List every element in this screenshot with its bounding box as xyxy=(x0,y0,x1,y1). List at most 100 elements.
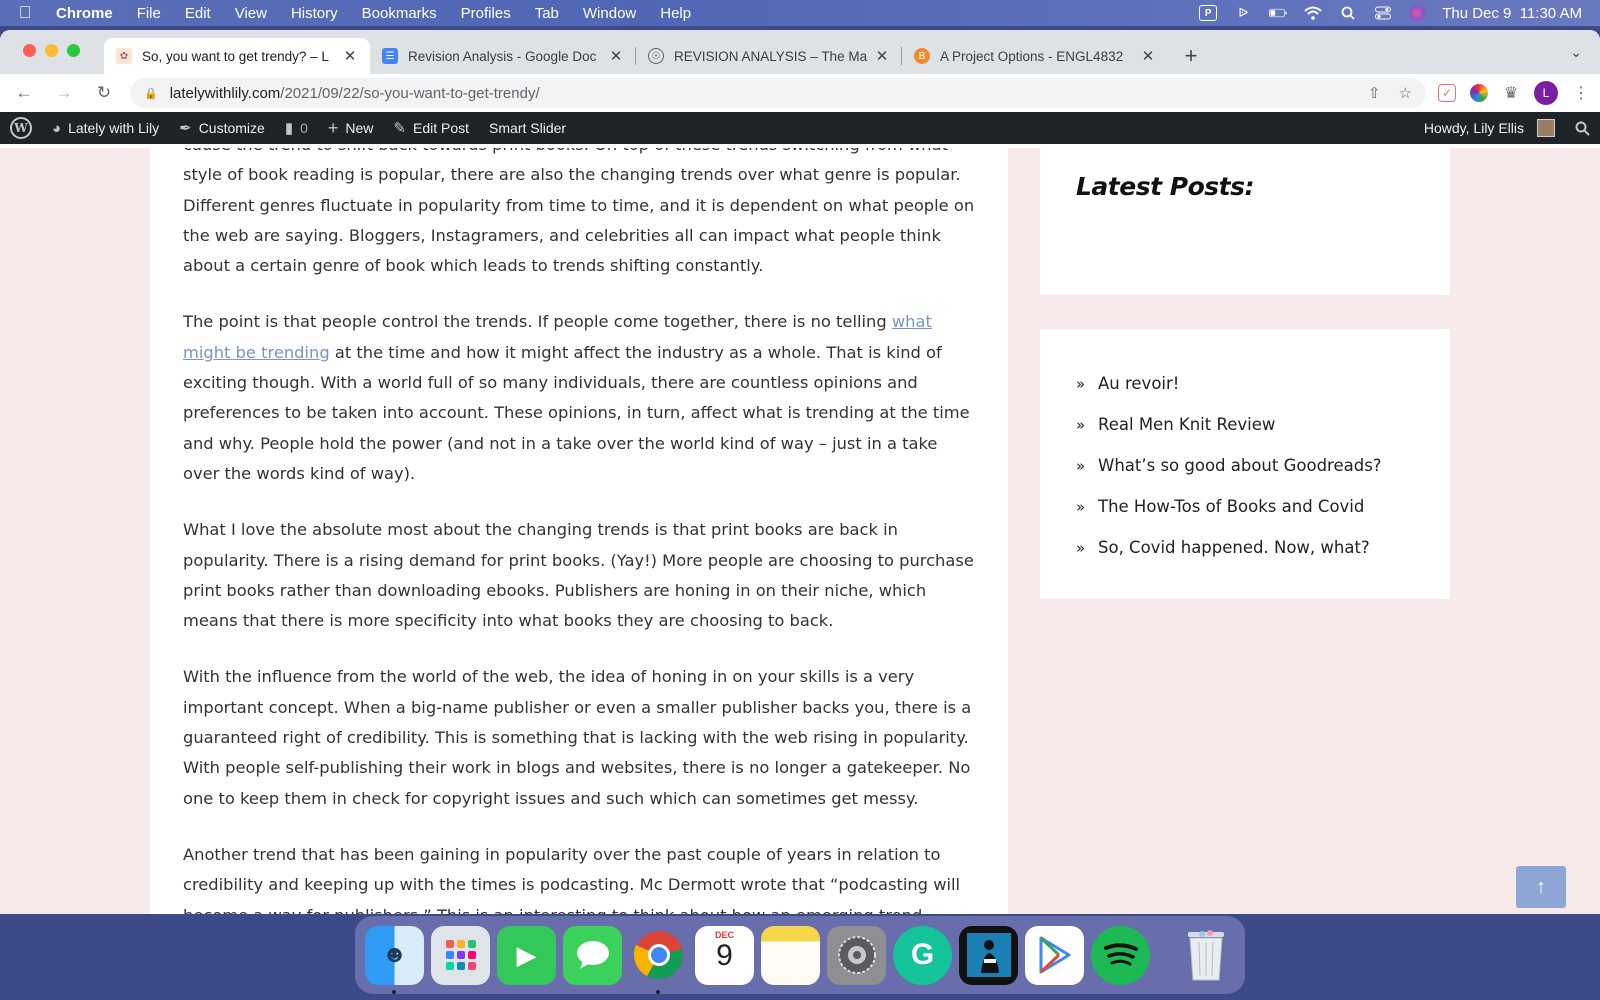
kindle-icon[interactable] xyxy=(959,925,1018,985)
howdy-label: Howdy, Lily Ellis xyxy=(1423,120,1524,136)
reload-icon[interactable]: ↻ xyxy=(90,83,118,103)
paragraph-people-control: The point is that people control the tre… xyxy=(183,307,978,489)
messages-icon[interactable] xyxy=(563,925,622,985)
site-name-label: Lately with Lily xyxy=(68,120,160,136)
wp-customize[interactable]: ✒ Customize xyxy=(169,112,275,144)
wifi-icon[interactable] xyxy=(1304,5,1322,21)
extension-color-ring-icon[interactable] xyxy=(1470,84,1488,102)
post-link[interactable]: Au revoir! xyxy=(1098,374,1179,393)
menu-help[interactable]: Help xyxy=(648,5,703,22)
spotify-icon[interactable] xyxy=(1091,925,1150,985)
back-arrow-icon[interactable]: ← xyxy=(10,83,38,103)
apple-menu-icon[interactable]:  xyxy=(0,3,50,23)
profile-avatar[interactable]: L xyxy=(1534,81,1558,105)
post-link[interactable]: The How-Tos of Books and Covid xyxy=(1098,497,1364,516)
scroll-to-top-button[interactable]: ↑ xyxy=(1516,866,1566,908)
finder-icon[interactable]: ☻ xyxy=(365,925,424,994)
close-tab-icon[interactable]: ✕ xyxy=(608,47,624,65)
wp-search-icon[interactable] xyxy=(1565,112,1600,144)
paragraph-podcasting: Another trend that has been gaining in p… xyxy=(183,844,961,914)
post-link[interactable]: What’s so good about Goodreads? xyxy=(1098,456,1382,475)
tab-title: So, you want to get trendy? – L xyxy=(142,48,329,64)
tab-revision-analysis-site[interactable]: ☉ REVISION ANALYSIS – The Ma ✕ xyxy=(636,38,902,74)
new-tab-button[interactable]: + xyxy=(1176,38,1206,74)
menubar-clock[interactable]: Thu Dec 9 11:30 AM xyxy=(1442,5,1582,22)
trash-icon[interactable] xyxy=(1176,926,1235,985)
latest-posts-heading: Latest Posts: xyxy=(1076,172,1254,201)
extensions-puzzle-icon[interactable]: ♛ xyxy=(1502,84,1520,102)
menu-edit[interactable]: Edit xyxy=(173,5,223,22)
tab-project-options[interactable]: B A Project Options - ENGL4832 ✕ xyxy=(902,38,1168,74)
grammarly-icon[interactable]: G xyxy=(893,925,952,985)
user-avatar xyxy=(1537,119,1555,137)
minimize-window-button[interactable] xyxy=(45,44,58,57)
running-indicator xyxy=(656,989,660,994)
google-play-icon[interactable] xyxy=(1025,925,1084,985)
launchpad-icon[interactable] xyxy=(431,925,490,985)
wordpress-logo-icon: W xyxy=(10,117,32,139)
tab-trendy-post[interactable]: ✿ So, you want to get trendy? – L ✕ xyxy=(104,38,370,74)
spotlight-search-icon[interactable] xyxy=(1339,5,1357,21)
tab-search-chevron-icon[interactable]: ⌄ xyxy=(1570,44,1582,61)
menu-history[interactable]: History xyxy=(279,5,350,22)
wp-new-content[interactable]: + New xyxy=(318,112,384,144)
app-menu-chrome[interactable]: Chrome xyxy=(50,5,125,22)
siri-icon[interactable] xyxy=(1409,5,1426,21)
post-link[interactable]: So, Covid happened. Now, what? xyxy=(1098,538,1370,557)
chrome-menu-icon[interactable]: ⋮ xyxy=(1572,84,1590,102)
chrome-icon[interactable] xyxy=(629,926,688,994)
control-center-icon[interactable] xyxy=(1374,5,1392,21)
wp-smart-slider[interactable]: Smart Slider xyxy=(479,112,576,144)
wp-logo-menu[interactable]: W xyxy=(0,112,42,144)
url-path: /2021/09/22/so-you-want-to-get-trendy/ xyxy=(280,84,540,102)
page-viewport[interactable]: cause the trend to shift back towards pr… xyxy=(0,148,1600,914)
notes-icon[interactable] xyxy=(761,925,820,985)
double-chevron-right-icon: » xyxy=(1076,415,1086,434)
close-tab-icon[interactable]: ✕ xyxy=(874,47,890,65)
macos-menubar:  Chrome File Edit View History Bookmark… xyxy=(0,0,1600,26)
close-tab-icon[interactable]: ✕ xyxy=(342,47,358,65)
wp-edit-post[interactable]: ✎ Edit Post xyxy=(383,112,479,144)
facetime-icon[interactable]: ▶ xyxy=(497,925,556,985)
close-tab-icon[interactable]: ✕ xyxy=(1140,47,1156,65)
battery-icon[interactable] xyxy=(1269,5,1287,21)
system-preferences-icon[interactable] xyxy=(827,925,886,985)
lock-icon[interactable]: 🔒 xyxy=(144,87,158,100)
customize-label: Customize xyxy=(198,120,265,136)
post-link[interactable]: Real Men Knit Review xyxy=(1098,415,1275,434)
list-item[interactable]: » Real Men Knit Review xyxy=(1076,404,1382,445)
bookmark-star-icon[interactable]: ☆ xyxy=(1399,84,1412,102)
menu-view[interactable]: View xyxy=(223,5,279,22)
list-item[interactable]: » The How-Tos of Books and Covid xyxy=(1076,486,1382,527)
wp-site-name[interactable]: ◕ Lately with Lily xyxy=(42,112,169,144)
share-icon[interactable]: ⇧ xyxy=(1368,84,1381,102)
wp-account-menu[interactable]: Howdy, Lily Ellis xyxy=(1414,112,1565,144)
article-body: cause the trend to shift back towards pr… xyxy=(183,148,978,914)
bluetooth-icon[interactable]: ᐉ xyxy=(1234,5,1252,21)
paragraph-text: at the time and how it might affect the … xyxy=(183,342,970,483)
pp-status-icon[interactable]: P xyxy=(1199,5,1218,21)
tab-title: A Project Options - ENGL4832 xyxy=(940,48,1124,64)
list-item[interactable]: » What’s so good about Goodreads? xyxy=(1076,445,1382,486)
close-window-button[interactable] xyxy=(23,44,36,57)
wp-comments[interactable]: ▮ 0 xyxy=(275,112,318,144)
calendar-month: DEC xyxy=(714,929,734,940)
smart-slider-label: Smart Slider xyxy=(489,120,567,136)
double-chevron-right-icon: » xyxy=(1076,497,1086,516)
browser-toolbar: ← → ↻ 🔒 latelywithlily.com/2021/09/22/so… xyxy=(0,74,1600,112)
list-item[interactable]: » So, Covid happened. Now, what? xyxy=(1076,527,1382,568)
extension-checklist-icon[interactable]: ✓ xyxy=(1438,84,1456,102)
menu-tab[interactable]: Tab xyxy=(523,5,571,22)
menu-profiles[interactable]: Profiles xyxy=(449,5,523,22)
paragraph-genre-trends: cause the trend to shift back towards pr… xyxy=(183,148,975,276)
tab-revision-analysis-doc[interactable]: ☰ Revision Analysis - Google Doc ✕ xyxy=(370,38,636,74)
forward-arrow-icon[interactable]: → xyxy=(50,83,78,103)
address-bar[interactable]: 🔒 latelywithlily.com/2021/09/22/so-you-w… xyxy=(130,78,1426,108)
menu-window[interactable]: Window xyxy=(571,5,648,22)
plus-icon: + xyxy=(327,117,339,138)
list-item[interactable]: » Au revoir! xyxy=(1076,363,1382,404)
menu-file[interactable]: File xyxy=(125,5,173,22)
menu-bookmarks[interactable]: Bookmarks xyxy=(350,5,449,22)
zoom-window-button[interactable] xyxy=(67,44,80,57)
calendar-icon[interactable]: DEC 9 xyxy=(695,925,754,985)
